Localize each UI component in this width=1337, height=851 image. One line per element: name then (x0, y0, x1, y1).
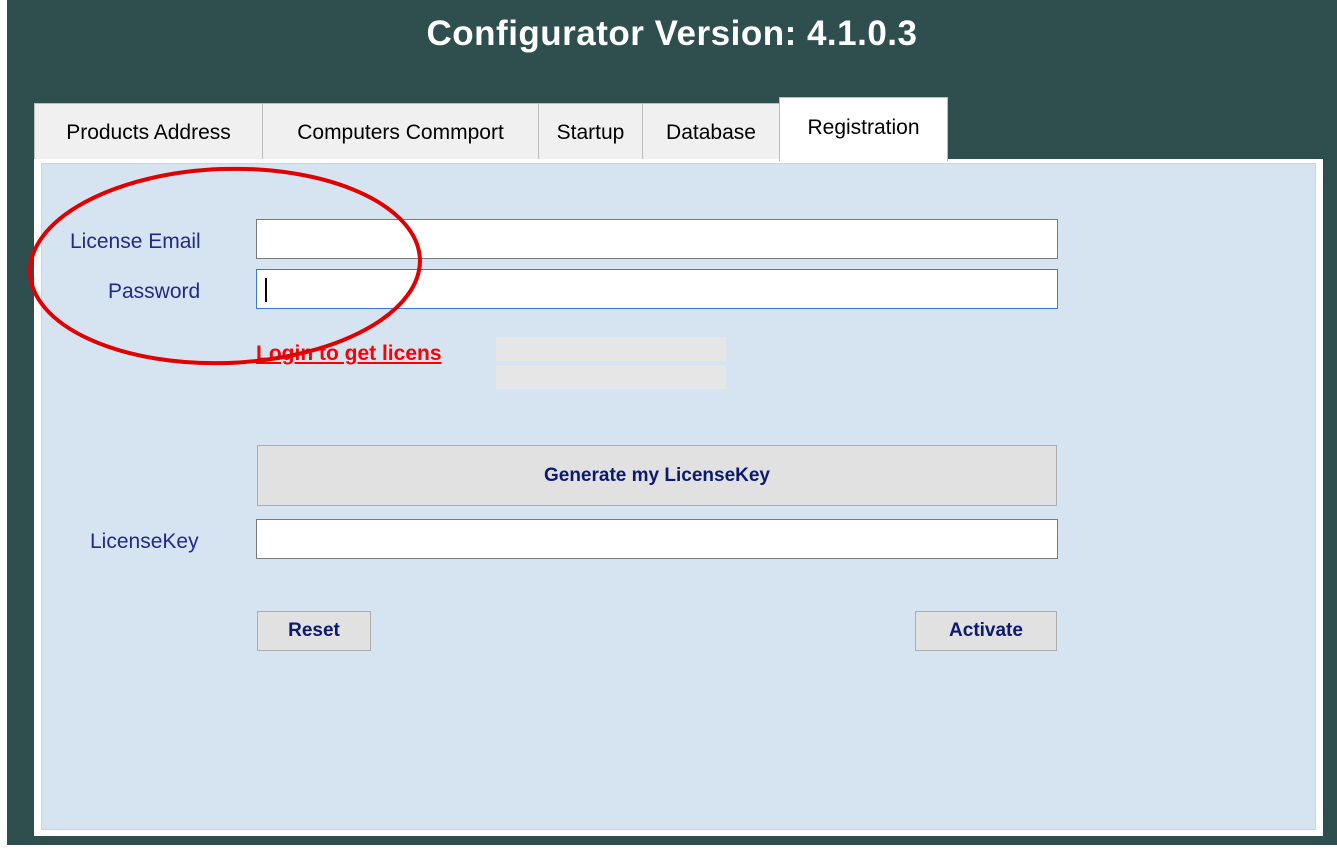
reset-button[interactable]: Reset (257, 611, 371, 651)
generate-license-key-button[interactable]: Generate my LicenseKey (257, 445, 1057, 506)
tab-computers-commport[interactable]: Computers Commport (262, 103, 539, 160)
license-email-field[interactable] (256, 219, 1058, 259)
tab-startup[interactable]: Startup (538, 103, 643, 160)
window-title: Configurator Version: 4.1.0.3 (426, 14, 918, 53)
license-key-label: LicenseKey (90, 530, 199, 553)
activate-button[interactable]: Activate (915, 611, 1057, 651)
configurator-window: Configurator Version: 4.1.0.3 Products A… (7, 0, 1337, 845)
redacted-block (496, 365, 726, 389)
password-label: Password (108, 280, 201, 303)
login-license-link[interactable]: Login to get licens (256, 342, 442, 366)
tab-products-address[interactable]: Products Address (34, 103, 263, 160)
text-caret (265, 278, 267, 302)
redacted-block (496, 337, 726, 361)
tab-registration[interactable]: Registration (779, 97, 948, 161)
tab-database[interactable]: Database (642, 103, 780, 160)
registration-form: License Email Password Login to get lice… (41, 163, 1316, 830)
license-key-field[interactable] (256, 519, 1058, 559)
license-email-label: License Email (70, 230, 201, 253)
registration-panel: License Email Password Login to get lice… (34, 159, 1323, 836)
password-field[interactable] (256, 269, 1058, 309)
